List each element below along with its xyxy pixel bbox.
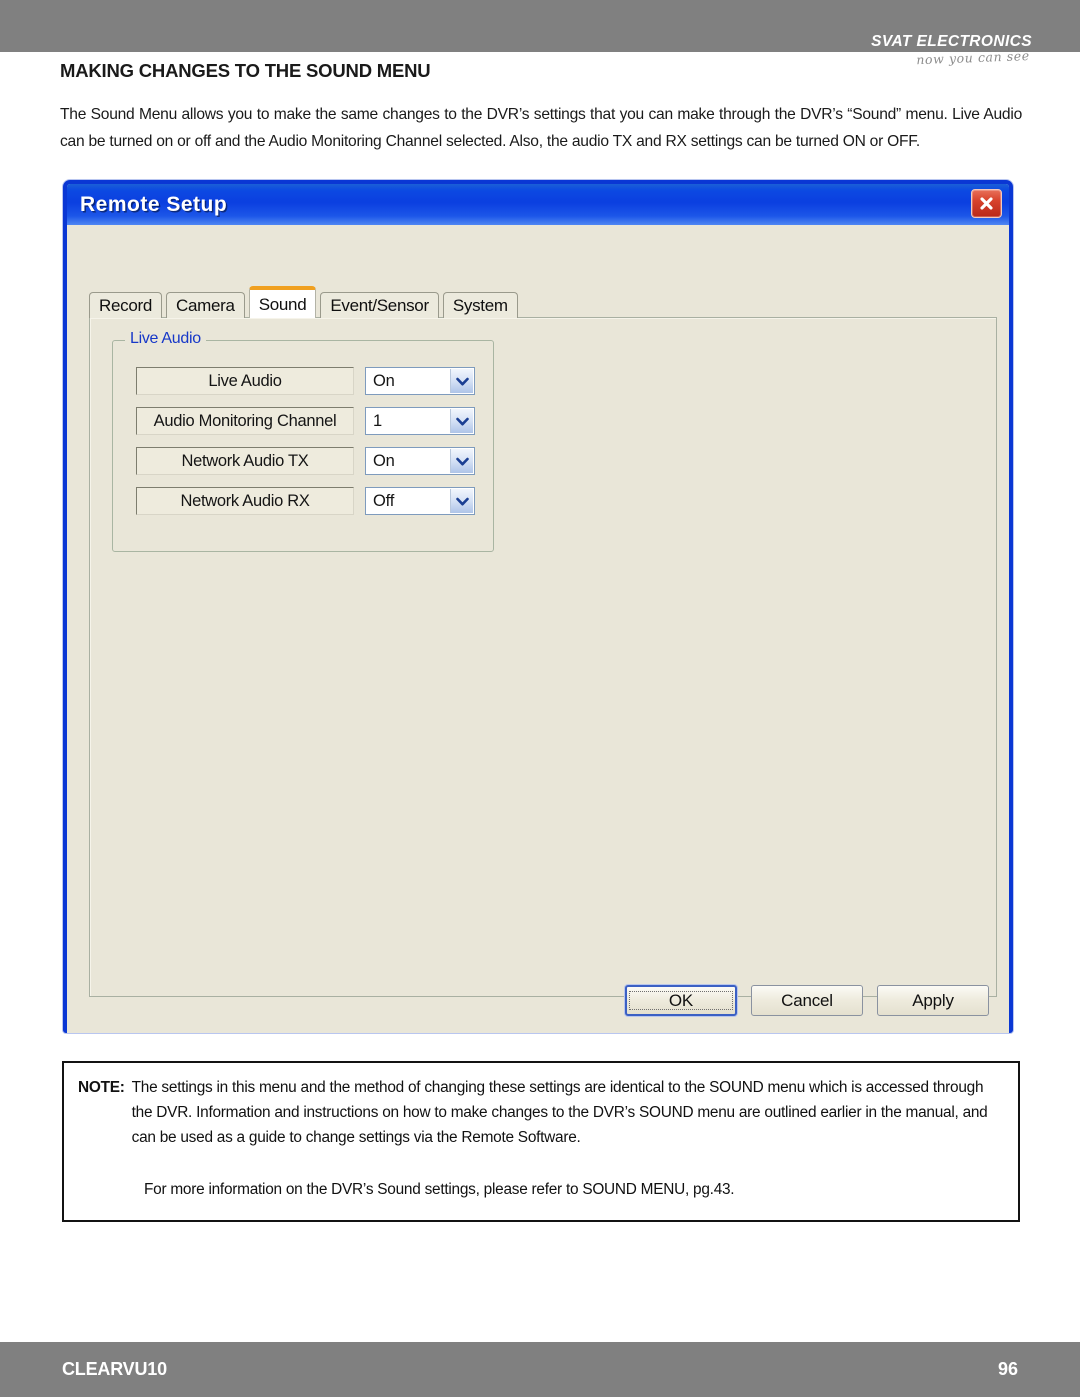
- tab-camera[interactable]: Camera: [166, 292, 245, 318]
- footer-page-number: 96: [997, 1359, 1018, 1379]
- page-title: MAKING CHANGES TO THE SOUND MENU: [60, 60, 431, 81]
- tab-event-sensor[interactable]: Event/Sensor: [320, 292, 439, 318]
- select-live-audio[interactable]: On: [365, 367, 475, 395]
- chevron-down-icon[interactable]: [450, 489, 473, 513]
- close-icon[interactable]: [971, 189, 1002, 218]
- footer-model-name: CLEARVU10: [62, 1359, 167, 1379]
- ok-button[interactable]: OK: [625, 985, 737, 1016]
- dialog-title: Remote Setup: [80, 192, 228, 216]
- select-live-audio-value: On: [373, 371, 395, 390]
- ok-button-label: OK: [629, 991, 733, 1011]
- chevron-down-icon[interactable]: [450, 449, 473, 473]
- note-content: NOTE: The settings in this menu and the …: [78, 1075, 1004, 1202]
- tab-system[interactable]: System: [442, 292, 518, 318]
- intro-paragraph: The Sound Menu allows you to make the sa…: [60, 106, 1022, 150]
- label-network-audio-rx: Network Audio RX: [136, 487, 354, 515]
- chevron-down-icon[interactable]: [450, 369, 473, 393]
- brand-tagline: now you can see: [916, 47, 1031, 67]
- setting-row-network-audio-tx: Network Audio TX On: [136, 447, 475, 475]
- select-audio-monitoring-channel[interactable]: 1: [365, 407, 475, 435]
- note-extra-line: For more information on the DVR’s Sound …: [144, 1181, 735, 1198]
- label-live-audio: Live Audio: [136, 367, 354, 395]
- dialog-body: Record Camera Sound Event/Sensor System …: [67, 225, 1009, 1033]
- label-network-audio-tx: Network Audio TX: [136, 447, 354, 475]
- tab-sound[interactable]: Sound: [248, 286, 317, 318]
- brand-name: SVAT ELECTRONICS: [871, 33, 1032, 50]
- tab-record[interactable]: Record: [89, 292, 163, 318]
- select-network-audio-rx[interactable]: Off: [365, 487, 475, 515]
- apply-button[interactable]: Apply: [877, 985, 989, 1016]
- setting-row-audio-monitoring-channel: Audio Monitoring Channel 1: [136, 407, 475, 435]
- cancel-button[interactable]: Cancel: [751, 985, 863, 1016]
- live-audio-group-label: Live Audio: [125, 330, 206, 348]
- live-audio-groupbox: Live Audio Live Audio On Audio Monitorin…: [112, 330, 494, 552]
- note-primary-line: NOTE: The settings in this menu and the …: [78, 1075, 1004, 1150]
- dialog-action-buttons: OK Cancel Apply: [611, 985, 989, 1016]
- select-network-audio-rx-value: Off: [373, 491, 395, 510]
- page-footer-band: CLEARVU10 96: [0, 1342, 1080, 1397]
- sound-tab-panel: Live Audio Live Audio On Audio Monitorin…: [89, 317, 997, 997]
- chevron-down-icon[interactable]: [450, 409, 473, 433]
- select-network-audio-tx-value: On: [373, 451, 395, 470]
- select-network-audio-tx[interactable]: On: [365, 447, 475, 475]
- dialog-titlebar: Remote Setup: [67, 184, 1009, 225]
- select-audio-monitoring-channel-value: 1: [373, 411, 382, 430]
- tabstrip: Record Camera Sound Event/Sensor System: [89, 286, 522, 318]
- label-audio-monitoring-channel: Audio Monitoring Channel: [136, 407, 354, 435]
- brand-logo: SVAT ELECTRONICS now you can see: [871, 33, 1032, 67]
- note-box: NOTE: The settings in this menu and the …: [62, 1061, 1020, 1222]
- remote-setup-dialog: Remote Setup Record Camera Sound Event/S…: [63, 180, 1013, 1033]
- note-body: The settings in this menu and the method…: [131, 1079, 988, 1146]
- setting-row-network-audio-rx: Network Audio RX Off: [136, 487, 475, 515]
- live-audio-settings-list: Live Audio On Audio Monitoring Channel 1…: [136, 367, 475, 527]
- note-label: NOTE:: [78, 1079, 125, 1096]
- setting-row-live-audio: Live Audio On: [136, 367, 475, 395]
